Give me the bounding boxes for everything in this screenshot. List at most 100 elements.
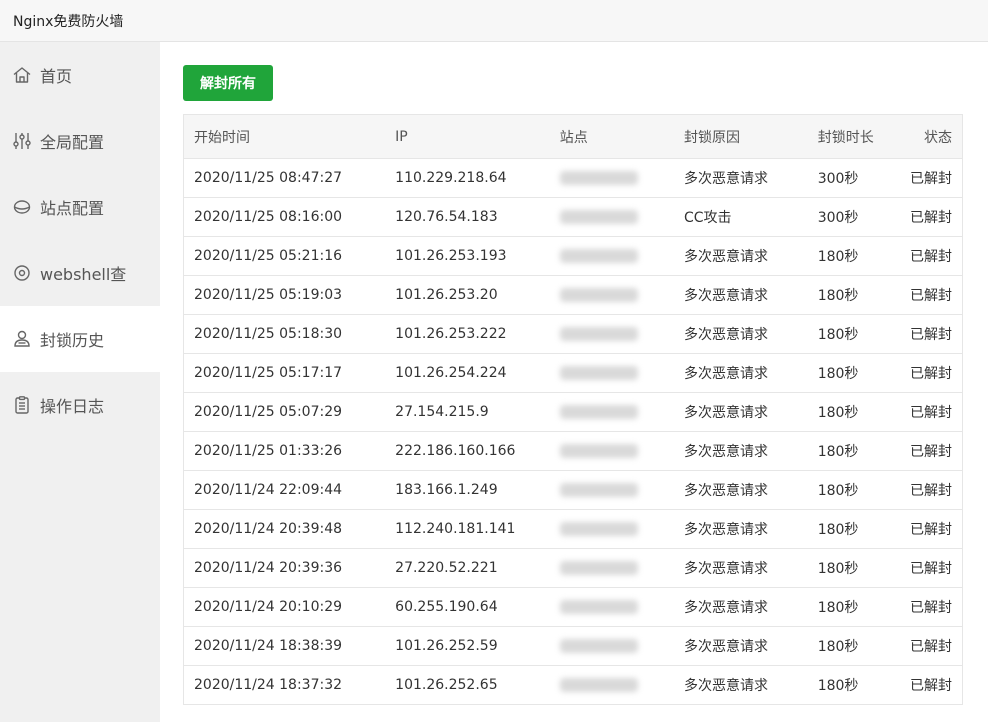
cell-duration: 180秒 xyxy=(807,548,910,588)
cell-ip: 101.26.254.224 xyxy=(385,353,550,393)
cell-duration: 180秒 xyxy=(807,236,910,276)
cell-start-time: 2020/11/25 05:18:30 xyxy=(183,314,386,354)
cell-site xyxy=(549,665,674,705)
cell-status: 已解封 xyxy=(910,548,963,588)
table-row: 2020/11/25 05:07:29 27.154.215.9 多次恶意请求 180… xyxy=(183,392,963,432)
cell-status: 已解封 xyxy=(910,626,963,666)
cell-start-time: 2020/11/24 20:10:29 xyxy=(183,587,386,627)
cell-start-time: 2020/11/24 18:37:32 xyxy=(183,665,386,705)
table-row: 2020/11/24 20:39:48 112.240.181.141 多次恶意请求… xyxy=(183,509,963,549)
cell-duration: 180秒 xyxy=(807,509,910,549)
cell-reason: 多次恶意请求 xyxy=(673,158,808,198)
cell-duration: 180秒 xyxy=(807,275,910,315)
header-start-time[interactable]: 开始时间 xyxy=(183,114,386,159)
redacted-site xyxy=(559,522,638,536)
clipboard-icon xyxy=(12,395,32,415)
sidebar-item-operation-log[interactable]: 操作日志 xyxy=(0,372,160,438)
header-duration[interactable]: 封锁时长 xyxy=(807,114,910,159)
table-row: 2020/11/24 18:38:39 101.26.252.59 多次恶意请求 18… xyxy=(183,626,963,666)
user-lock-icon xyxy=(12,329,32,349)
header-ip[interactable]: IP xyxy=(385,114,550,159)
cell-reason: 多次恶意请求 xyxy=(673,236,808,276)
cell-status: 已解封 xyxy=(910,275,963,315)
cell-status: 已解封 xyxy=(910,665,963,705)
table-row: 2020/11/25 05:19:03 101.26.253.20 多次恶意请求 18… xyxy=(183,275,963,315)
sidebar-item-label: 封锁历史 xyxy=(40,331,105,350)
title-bar: Nginx免费防火墙 xyxy=(0,0,988,42)
scan-icon xyxy=(12,263,32,283)
redacted-site xyxy=(559,366,638,380)
cell-reason: 多次恶意请求 xyxy=(673,353,808,393)
cell-duration: 180秒 xyxy=(807,626,910,666)
cell-reason: CC攻击 xyxy=(673,197,808,237)
table-row: 2020/11/25 05:17:17 101.26.254.224 多次恶意请求 1… xyxy=(183,353,963,393)
window-title: Nginx免费防火墙 xyxy=(13,14,124,30)
cell-start-time: 2020/11/24 20:39:36 xyxy=(183,548,386,588)
sidebar-item-label: 操作日志 xyxy=(40,397,105,416)
cell-site xyxy=(549,236,674,276)
home-icon xyxy=(12,65,32,85)
cell-start-time: 2020/11/25 05:19:03 xyxy=(183,275,386,315)
cell-reason: 多次恶意请求 xyxy=(673,275,808,315)
cell-ip: 222.186.160.166 xyxy=(385,431,550,471)
redacted-site xyxy=(559,210,638,224)
header-site[interactable]: 站点 xyxy=(549,114,674,159)
sliders-icon xyxy=(12,131,32,151)
header-status[interactable]: 状态 xyxy=(910,114,963,159)
cell-reason: 多次恶意请求 xyxy=(673,548,808,588)
cell-ip: 101.26.253.193 xyxy=(385,236,550,276)
cell-site xyxy=(549,392,674,432)
table-row: 2020/11/25 08:47:27 110.229.218.64 多次恶意请求 3… xyxy=(183,158,963,198)
cell-site xyxy=(549,626,674,666)
cell-duration: 180秒 xyxy=(807,665,910,705)
header-reason[interactable]: 封锁原因 xyxy=(673,114,808,159)
block-history-table: 开始时间 IP 站点 封锁原因 封锁时长 状态 2020/11/25 08:47… xyxy=(183,114,963,705)
cell-ip: 112.240.181.141 xyxy=(385,509,550,549)
cell-start-time: 2020/11/25 08:16:00 xyxy=(183,197,386,237)
cell-duration: 180秒 xyxy=(807,314,910,354)
redacted-site xyxy=(559,561,638,575)
cell-site xyxy=(549,431,674,471)
cell-start-time: 2020/11/24 22:09:44 xyxy=(183,470,386,510)
redacted-site xyxy=(559,327,638,341)
cell-status: 已解封 xyxy=(910,587,963,627)
sidebar-item-label: 首页 xyxy=(40,67,73,86)
table-row: 2020/11/24 20:39:36 27.220.52.221 多次恶意请求 18… xyxy=(183,548,963,588)
sidebar-item-site-config[interactable]: 站点配置 xyxy=(0,174,160,240)
table-row: 2020/11/24 22:09:44 183.166.1.249 多次恶意请求 18… xyxy=(183,470,963,510)
sidebar-item-block-history[interactable]: 封锁历史 xyxy=(0,306,160,372)
table-row: 2020/11/25 05:21:16 101.26.253.193 多次恶意请求 1… xyxy=(183,236,963,276)
cell-site xyxy=(549,314,674,354)
cell-reason: 多次恶意请求 xyxy=(673,626,808,666)
cell-status: 已解封 xyxy=(910,314,963,354)
cell-ip: 101.26.252.59 xyxy=(385,626,550,666)
cell-reason: 多次恶意请求 xyxy=(673,470,808,510)
cell-ip: 183.166.1.249 xyxy=(385,470,550,510)
cell-site xyxy=(549,197,674,237)
cell-reason: 多次恶意请求 xyxy=(673,392,808,432)
cell-reason: 多次恶意请求 xyxy=(673,509,808,549)
sidebar-item-home[interactable]: 首页 xyxy=(0,42,160,108)
cell-reason: 多次恶意请求 xyxy=(673,587,808,627)
sidebar: 首页 全局配置 站点配置 webshell查 封锁历史 操作日志 xyxy=(0,42,160,722)
cell-status: 已解封 xyxy=(910,392,963,432)
table-row: 2020/11/24 20:10:29 60.255.190.64 多次恶意请求 18… xyxy=(183,587,963,627)
cell-ip: 60.255.190.64 xyxy=(385,587,550,627)
cell-site xyxy=(549,470,674,510)
sidebar-item-webshell[interactable]: webshell查 xyxy=(0,240,160,306)
cell-duration: 180秒 xyxy=(807,353,910,393)
cell-status: 已解封 xyxy=(910,470,963,510)
sidebar-item-label: 站点配置 xyxy=(40,199,105,218)
sidebar-item-label: 全局配置 xyxy=(40,133,105,152)
cell-start-time: 2020/11/25 08:47:27 xyxy=(183,158,386,198)
unban-all-button[interactable]: 解封所有 xyxy=(183,65,273,101)
table-row: 2020/11/25 05:18:30 101.26.253.222 多次恶意请求 1… xyxy=(183,314,963,354)
cell-duration: 180秒 xyxy=(807,587,910,627)
sidebar-item-global-config[interactable]: 全局配置 xyxy=(0,108,160,174)
cell-start-time: 2020/11/25 05:07:29 xyxy=(183,392,386,432)
cell-duration: 180秒 xyxy=(807,392,910,432)
cell-site xyxy=(549,275,674,315)
cell-reason: 多次恶意请求 xyxy=(673,431,808,471)
redacted-site xyxy=(559,639,638,653)
redacted-site xyxy=(559,249,638,263)
